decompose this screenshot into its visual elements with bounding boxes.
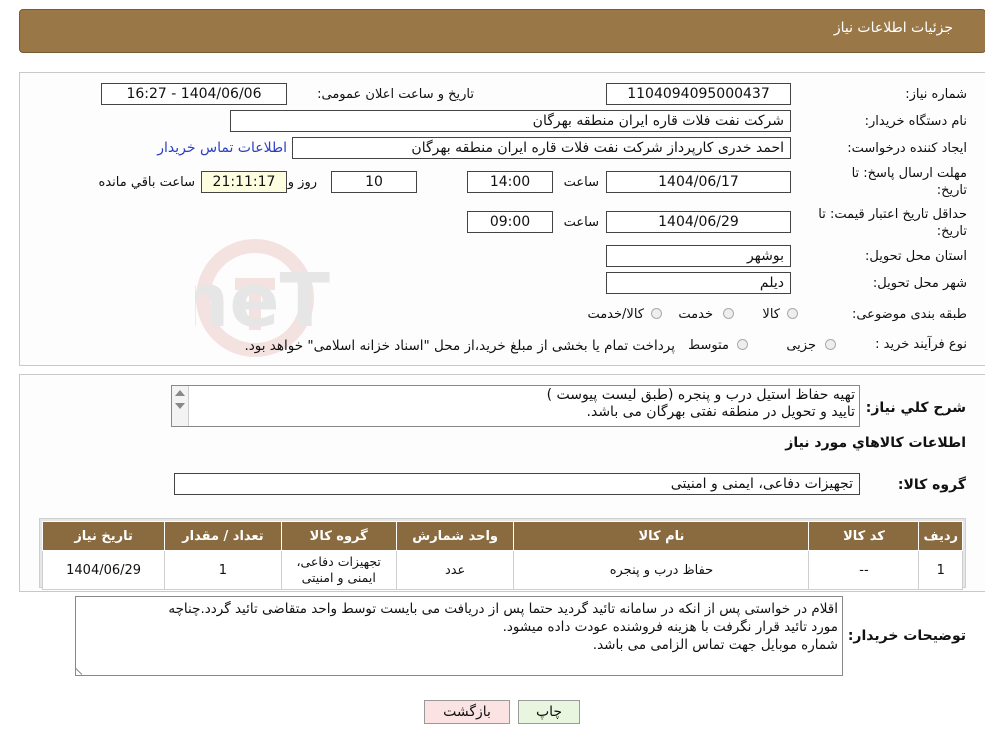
goods-section-title: اطلاعات کالاهاي مورد نياز: [785, 435, 966, 451]
validity-label-date: تاریخ:: [936, 224, 967, 239]
buyer-contact-link[interactable]: اطلاعات تماس خریدار: [157, 140, 287, 156]
items-table: ردیف کد کالا نام کالا واحد شمارش گروه کا…: [41, 521, 963, 590]
col-header-row: ردیف: [918, 521, 963, 551]
need-number-label: شماره نیاز:: [905, 87, 967, 102]
col-header-date: تاریخ نیاز: [41, 521, 166, 551]
col-header-group: گروه کالا: [280, 521, 397, 551]
cell-unit: عدد: [395, 550, 515, 590]
remaining-time-field: 21:11:17: [201, 171, 287, 193]
deadline-time-label: ساعت: [563, 175, 599, 190]
process-radio-medium[interactable]: [737, 339, 748, 350]
items-table-wrapper: ردیف کد کالا نام کالا واحد شمارش گروه کا…: [39, 518, 966, 590]
category-option-service: خدمت: [678, 307, 713, 322]
scroll-down-icon[interactable]: [175, 403, 185, 409]
need-number-field: 1104094095000437: [606, 83, 791, 105]
description-scrollbar[interactable]: [172, 386, 189, 426]
buyer-notes-textarea[interactable]: اقلام در خواستی پس از انکه در سامانه تائ…: [75, 596, 843, 676]
creator-label: ایجاد کننده درخواست:: [847, 141, 967, 156]
cell-code: --: [808, 550, 920, 590]
col-header-name: نام کالا: [513, 521, 810, 551]
city-field: دیلم: [606, 272, 791, 294]
deadline-time-field: 14:00: [467, 171, 553, 193]
col-header-code: کد کالا: [808, 521, 920, 551]
items-table-header-row: ردیف کد کالا نام کالا واحد شمارش گروه کا…: [41, 521, 963, 551]
remaining-label: ساعت باقي مانده: [98, 175, 195, 190]
buyer-notes-line-1: اقلام در خواستی پس از انکه در سامانه تائ…: [168, 601, 838, 617]
announce-label: تاریخ و ساعت اعلان عمومی:: [317, 87, 474, 102]
buyer-notes-label: توضیحات خریدار:: [847, 628, 966, 644]
process-option-minor: جزیی: [786, 338, 816, 353]
watermark-text: AriaTender.neT: [195, 258, 331, 344]
buyer-org-label: نام دستگاه خریدار:: [864, 114, 967, 129]
description-textarea[interactable]: تهیه حفاظ استیل درب و پنجره (طبق لیست پی…: [171, 385, 860, 427]
col-header-unit: واحد شمارش: [395, 521, 515, 551]
back-button[interactable]: بازگشت: [424, 700, 510, 724]
description-line-2: تایید و تحویل در منطقه نفتی بهرگان می با…: [586, 404, 855, 420]
category-option-goods-service: کالا/خدمت: [587, 307, 644, 322]
validity-time-field: 09:00: [467, 211, 553, 233]
goods-group-label: گروه کالا:: [897, 477, 966, 493]
cell-name: حفاظ درب و پنجره: [513, 550, 810, 590]
goods-group-field: تجهیزات دفاعی، ایمنی و امنیتی: [174, 473, 860, 495]
category-label: طبقه بندی موضوعی:: [851, 307, 967, 322]
description-line-1: تهیه حفاظ استیل درب و پنجره (طبق لیست پی…: [546, 387, 855, 403]
city-label: شهر محل تحویل:: [872, 276, 967, 291]
cell-group: تجهیزات دفاعی، ایمنی و امنیتی: [280, 550, 397, 590]
buyer-notes-line-2: مورد تائید قرار نگرفت با هزینه فروشنده ع…: [502, 619, 838, 635]
col-header-qty: تعداد / مقدار: [164, 521, 282, 551]
buyer-notes-line-3: شماره موبایل جهت تماس الزامی می باشد.: [592, 637, 838, 653]
category-option-goods: کالا: [762, 307, 780, 322]
process-note: پرداخت تمام یا بخشی از مبلغ خرید،از محل …: [244, 338, 675, 354]
cell-date: 1404/06/29: [41, 550, 166, 590]
validity-date-field: 1404/06/29: [606, 211, 791, 233]
page-title: جزئیات اطلاعات نیاز: [833, 20, 953, 36]
cell-row-number: 1: [918, 550, 963, 590]
deadline-label-date: تاریخ:: [936, 183, 967, 198]
validity-label: حداقل تاریخ اعتبار قیمت: تا: [818, 207, 967, 222]
buyer-org-field: شرکت نفت فلات قاره ایران منطقه بهرگان: [230, 110, 791, 132]
announce-field: 1404/06/06 - 16:27: [101, 83, 287, 105]
page-header: جزئیات اطلاعات نیاز: [19, 9, 985, 53]
days-label: روز و: [287, 175, 317, 190]
process-radio-minor[interactable]: [825, 339, 836, 350]
process-label: نوع فرآیند خرید :: [875, 337, 967, 352]
deadline-date-field: 1404/06/17: [606, 171, 791, 193]
province-label: استان محل تحویل:: [865, 249, 967, 264]
process-option-medium: متوسط: [688, 338, 729, 353]
category-radio-goods[interactable]: [787, 308, 798, 319]
days-field: 10: [331, 171, 417, 193]
description-label: شرح کلي نياز:: [865, 400, 966, 416]
province-field: بوشهر: [606, 245, 791, 267]
scroll-up-icon[interactable]: [175, 390, 185, 396]
category-radio-service[interactable]: [723, 308, 734, 319]
validity-time-label: ساعت: [563, 215, 599, 230]
table-row: 1 -- حفاظ درب و پنجره عدد تجهیزات دفاعی،…: [41, 550, 963, 590]
cell-qty: 1: [164, 550, 282, 590]
creator-field: احمد خدری کارپرداز شرکت نفت فلات قاره ای…: [292, 137, 791, 159]
deadline-label: مهلت ارسال پاسخ: تا: [851, 166, 967, 181]
print-button[interactable]: چاپ: [518, 700, 580, 724]
category-radio-goods-service[interactable]: [651, 308, 662, 319]
